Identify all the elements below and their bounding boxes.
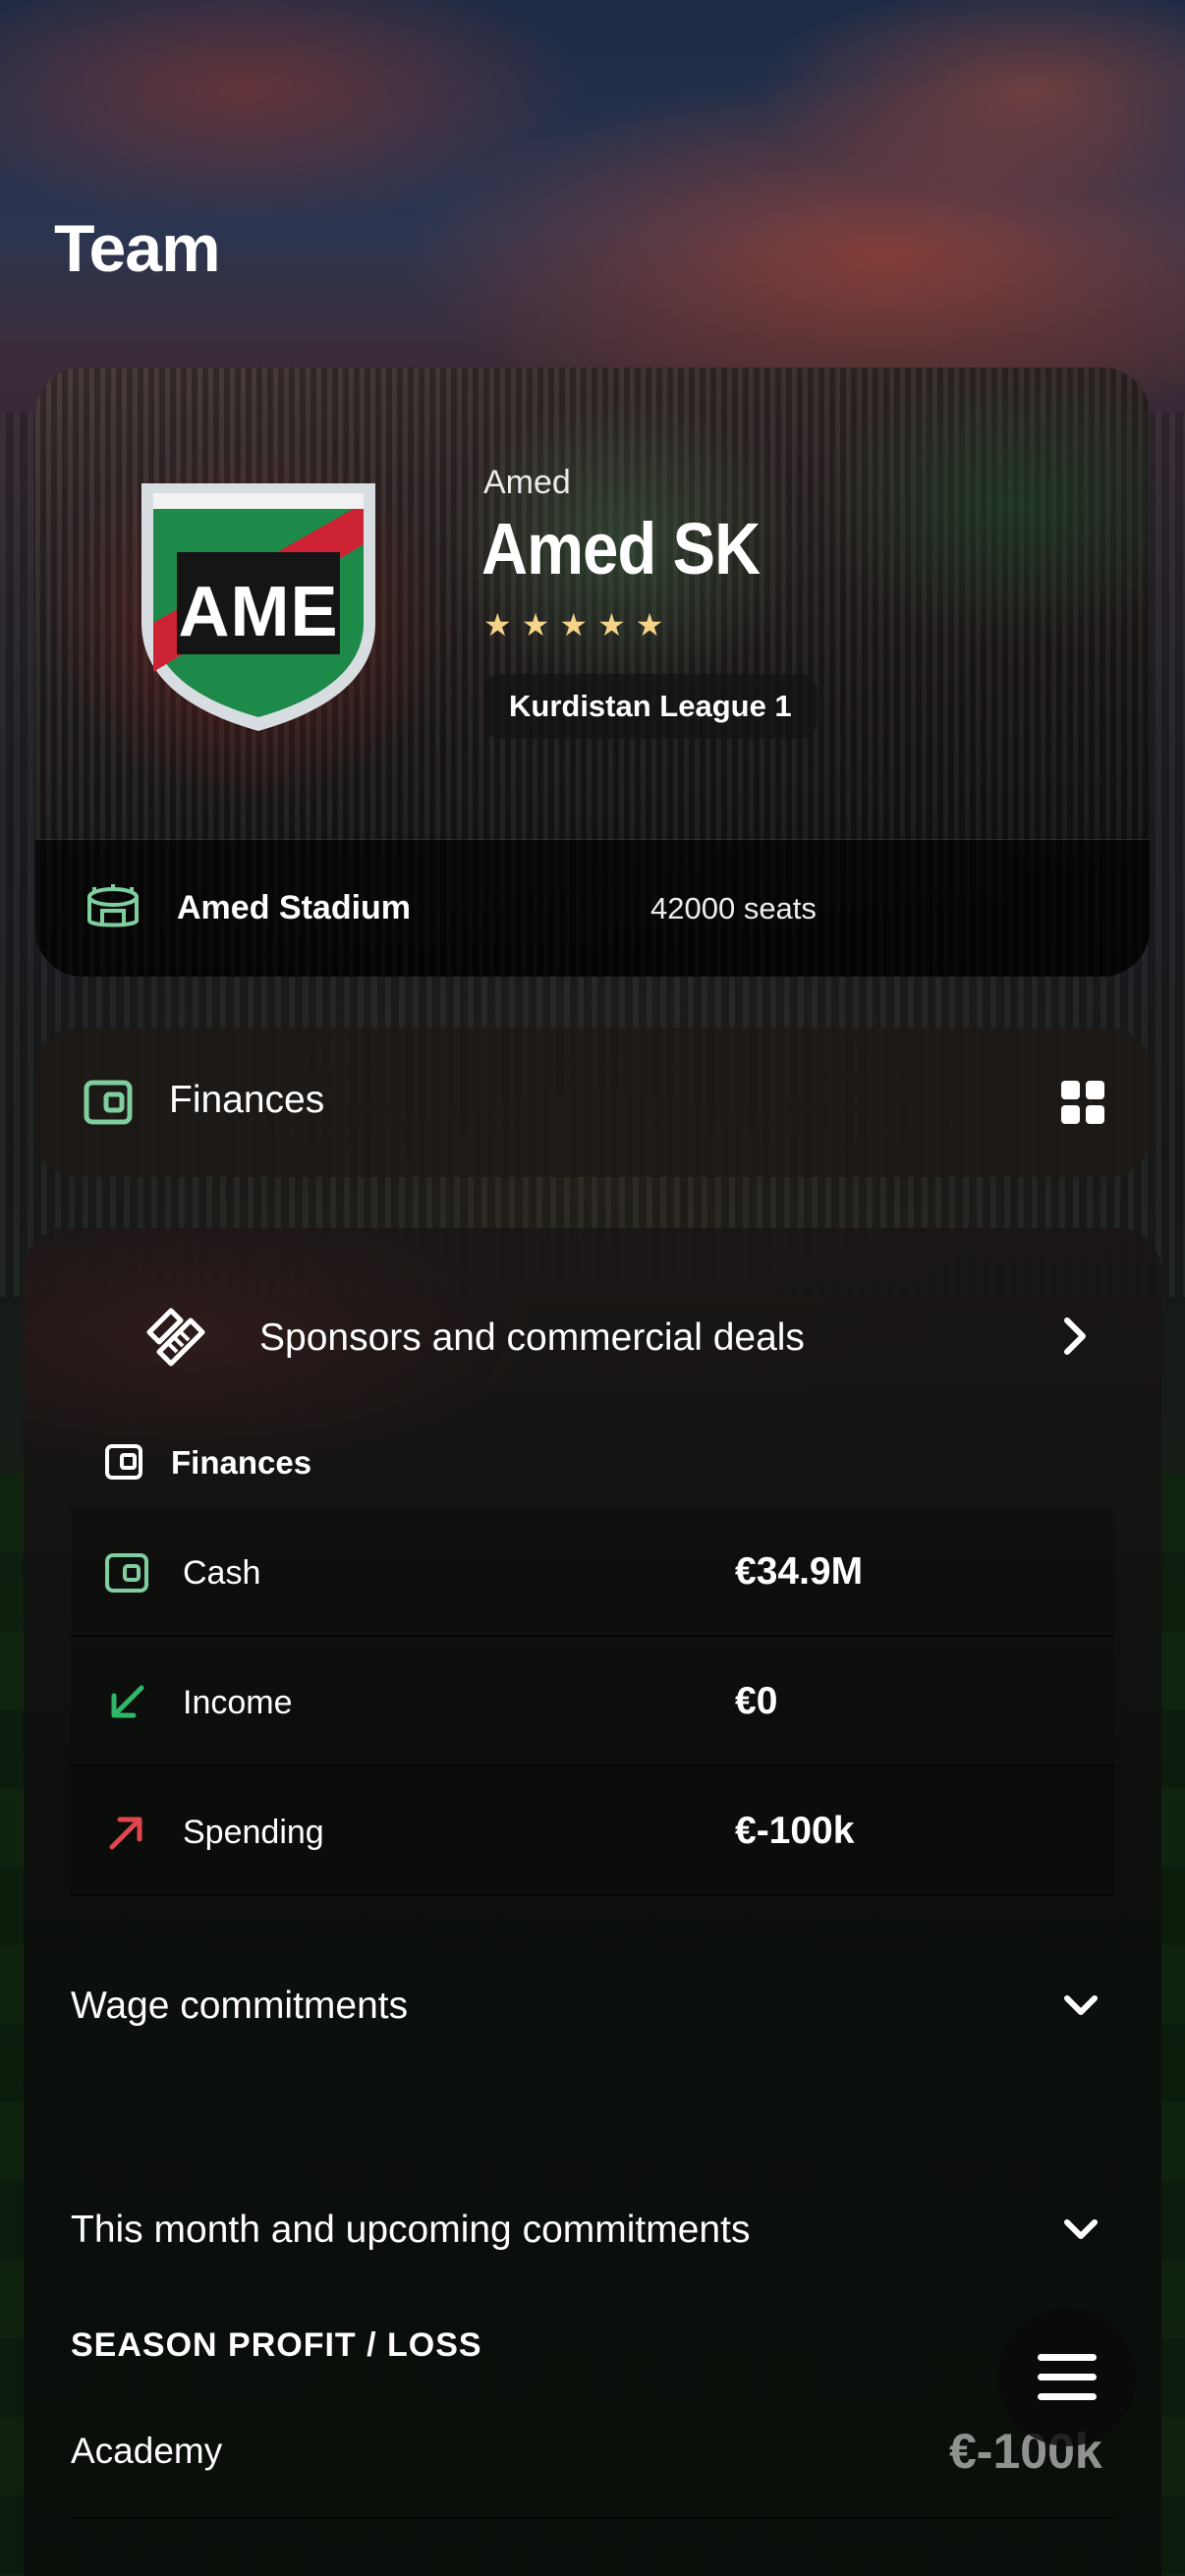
wallet-icon <box>84 1080 133 1125</box>
finance-row-spending: Spending €-100k <box>71 1766 1114 1896</box>
stadium-info: Amed Stadium 42000 seats <box>35 839 1150 977</box>
star-icon: ★ <box>483 607 512 643</box>
wage-commitments-label: Wage commitments <box>71 1985 409 2027</box>
sponsors-link[interactable]: Sponsors and commercial deals <box>118 1293 1095 1381</box>
finance-value: €34.9M <box>735 1550 864 1593</box>
wallet-icon <box>105 1444 142 1480</box>
club-city: Amed <box>483 464 571 501</box>
star-icon: ★ <box>635 607 664 643</box>
finance-value: €0 <box>735 1680 778 1722</box>
stadium-name: Amed Stadium <box>177 889 412 926</box>
finance-label: Cash <box>183 1554 261 1592</box>
star-icon: ★ <box>597 607 626 643</box>
page-title: Team <box>54 211 221 286</box>
star-icon: ★ <box>521 607 550 643</box>
chevron-down-icon <box>1064 2219 1098 2239</box>
finance-row-cash: Cash €34.9M <box>71 1507 1114 1637</box>
finances-header[interactable]: Finances <box>35 1028 1150 1177</box>
handshake-icon <box>146 1308 205 1367</box>
finance-label: Income <box>183 1684 293 1721</box>
wage-commitments-toggle[interactable]: Wage commitments <box>71 1971 1114 2040</box>
league-badge[interactable]: Kurdistan League 1 <box>483 674 818 739</box>
season-profit-loss-title: SEASON PROFIT / LOSS <box>71 2326 482 2364</box>
stadium-capacity: 42000 seats <box>650 891 817 925</box>
sponsors-label: Sponsors and commercial deals <box>259 1316 805 1359</box>
chevron-down-icon <box>1064 1995 1098 2015</box>
academy-label: Academy <box>71 2431 223 2471</box>
divider <box>71 2517 1114 2519</box>
finances-header-label: Finances <box>169 1079 325 1121</box>
star-icon: ★ <box>559 607 589 643</box>
upcoming-commitments-label: This month and upcoming commitments <box>71 2209 751 2251</box>
finance-label: Spending <box>183 1814 324 1851</box>
finances-section-title: Finances <box>171 1444 312 1481</box>
upcoming-commitments-toggle[interactable]: This month and upcoming commitments <box>71 2195 1114 2264</box>
menu-button[interactable] <box>998 2309 1136 2446</box>
club-rating: ★ ★ ★ ★ ★ <box>483 609 663 641</box>
finance-value: €-100k <box>735 1810 855 1852</box>
crest-text: AME <box>178 573 339 651</box>
team-card[interactable]: AME Amed Amed SK ★ ★ ★ ★ ★ Kurdistan Lea… <box>35 367 1150 977</box>
finance-row-income: Income €0 <box>71 1637 1114 1766</box>
stadium-icon <box>87 884 139 927</box>
arrow-up-right-icon <box>109 1817 142 1850</box>
chevron-right-icon <box>1064 1317 1086 1355</box>
club-crest: AME <box>134 476 383 735</box>
hamburger-menu-icon <box>1038 2354 1097 2361</box>
finances-table: Cash €34.9M Income €0 Spending €-100k <box>71 1507 1114 1896</box>
arrow-down-left-icon <box>111 1685 144 1718</box>
wallet-icon <box>105 1553 148 1593</box>
finances-panel: Sponsors and commercial deals Finances C… <box>24 1228 1161 2576</box>
grid-icon[interactable] <box>1061 1081 1104 1124</box>
club-name: Amed SK <box>481 508 761 589</box>
